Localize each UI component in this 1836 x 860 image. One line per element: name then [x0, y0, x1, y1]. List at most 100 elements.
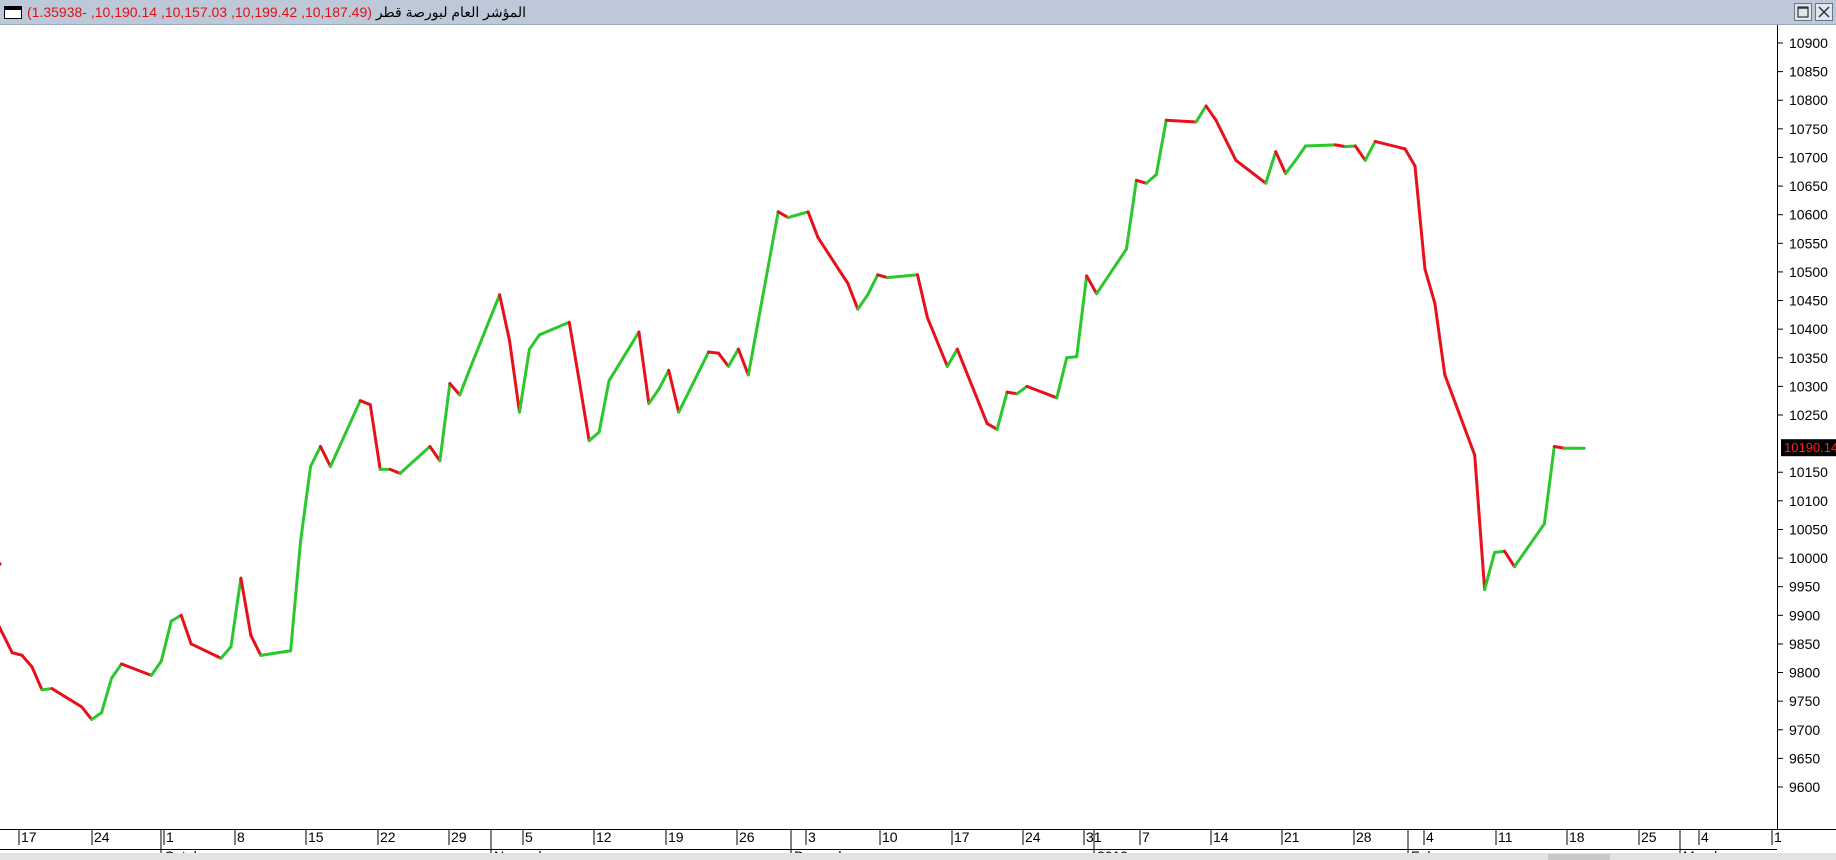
y-tick-label: 10800: [1789, 92, 1828, 108]
price-segment: [707, 350, 720, 355]
price-segment: [1274, 150, 1288, 175]
price-segment: [319, 444, 332, 469]
price-segment: [537, 320, 571, 337]
price-segment: [0, 624, 14, 655]
price-segment: [1065, 355, 1079, 360]
close-button[interactable]: [1815, 3, 1833, 21]
y-tick-label: 9650: [1789, 750, 1820, 766]
y-tick-label: 10250: [1789, 407, 1828, 423]
x-tick-label: 19: [668, 829, 684, 845]
price-segment: [1075, 274, 1089, 359]
price-segment: [239, 576, 253, 637]
y-tick-label: 10750: [1789, 121, 1828, 137]
price-segment: [1264, 150, 1278, 185]
x-tick-label: 24: [94, 829, 110, 845]
price-segment: [925, 316, 949, 368]
price-segment: [916, 273, 929, 320]
price-segment: [50, 687, 84, 709]
price-segment: [955, 347, 989, 426]
price-segment: [428, 444, 442, 463]
price-segment: [1224, 138, 1238, 162]
price-segment: [1413, 164, 1427, 271]
price-segment: [40, 687, 54, 692]
x-tick-label: 28: [1356, 829, 1372, 845]
price-segment: [1095, 247, 1128, 296]
price-segment: [159, 619, 173, 663]
y-tick-label: 10700: [1789, 149, 1828, 165]
price-segment: [1005, 390, 1019, 396]
y-tick-label: 9750: [1789, 693, 1820, 709]
price-segment: [677, 350, 711, 414]
x-tick-label: 17: [954, 829, 970, 845]
y-tick-label: 10000: [1789, 550, 1828, 566]
window-titlebar: المؤشر العام لبورصة قطر (10,187.49, 10,1…: [0, 0, 1836, 25]
price-segment: [846, 281, 860, 311]
price-segment: [1134, 178, 1148, 185]
price-segment: [985, 422, 999, 431]
price-segment: [736, 347, 750, 377]
price-segment: [1353, 144, 1367, 162]
price-segment: [498, 293, 512, 343]
price-segment: [1154, 118, 1168, 177]
price-segment: [458, 367, 472, 397]
price-segment: [1214, 118, 1228, 142]
price-segment: [448, 382, 462, 397]
price-segment: [726, 347, 740, 368]
price-segment: [149, 659, 163, 677]
price-segment: [1333, 143, 1347, 149]
price-segment: [90, 711, 104, 721]
price-segment: [20, 653, 34, 669]
y-tick-label: 9850: [1789, 636, 1820, 652]
y-tick-label: 9900: [1789, 607, 1820, 623]
price-segment: [289, 539, 303, 653]
price-line: [0, 104, 1586, 721]
ohlc-values: (10,187.49, 10,199.42, 10,157.03, 10,190…: [27, 4, 372, 20]
price-chart[interactable]: 10900 10850 10800 10750 10700 10650 10600 10550…: [0, 25, 1836, 853]
price-segment: [1294, 144, 1308, 162]
price-segment: [358, 399, 372, 407]
price-segment: [876, 273, 890, 280]
price-segment: [468, 293, 502, 371]
price-segment: [169, 613, 183, 623]
price-segment: [1483, 550, 1497, 592]
x-tick-label: 1: [1774, 829, 1782, 845]
price-segment: [657, 368, 671, 391]
price-segment: [1164, 118, 1198, 124]
y-tick-label: 9600: [1789, 779, 1820, 795]
x-tick-label: 21: [1284, 829, 1300, 845]
x-tick-label: 15: [308, 829, 324, 845]
x-tick-label: 5: [525, 829, 533, 845]
price-segment: [438, 382, 452, 463]
y-tick-label: 10500: [1789, 264, 1828, 280]
price-segment: [219, 645, 233, 660]
price-segment: [179, 613, 193, 646]
price-segment: [1055, 356, 1069, 400]
y-axis: 10900 10850 10800 10750 10700 10650 10600 10550…: [1777, 35, 1828, 795]
y-tick-label: 10900: [1789, 35, 1828, 51]
chart-title-name: المؤشر العام لبورصة قطر: [375, 4, 527, 20]
x-tick-label: 14: [1213, 829, 1229, 845]
price-segment: [1124, 178, 1138, 251]
price-segment: [1015, 384, 1029, 396]
price-segment: [328, 399, 362, 469]
x-tick-label: 26: [739, 829, 755, 845]
price-segment: [189, 642, 223, 660]
y-tick-label: 10100: [1789, 493, 1828, 509]
price-segment: [806, 210, 820, 240]
maximize-button[interactable]: [1794, 3, 1812, 21]
price-segment: [1194, 104, 1208, 124]
y-tick-label: 10650: [1789, 178, 1828, 194]
y-tick-label: 9950: [1789, 579, 1820, 595]
scroll-thumb[interactable]: [1548, 854, 1610, 860]
price-segment: [249, 633, 263, 657]
price-segment: [368, 403, 382, 471]
price-segment: [30, 665, 44, 692]
price-segment: [110, 662, 123, 680]
y-tick-label: 10550: [1789, 235, 1828, 251]
x-tick-label: 4: [1701, 829, 1709, 845]
y-tick-label: 10150: [1789, 464, 1828, 480]
price-segment: [1542, 444, 1556, 526]
x-tick-label: 29: [451, 829, 467, 845]
x-tick-label: 12: [596, 829, 612, 845]
price-segment: [647, 387, 661, 406]
